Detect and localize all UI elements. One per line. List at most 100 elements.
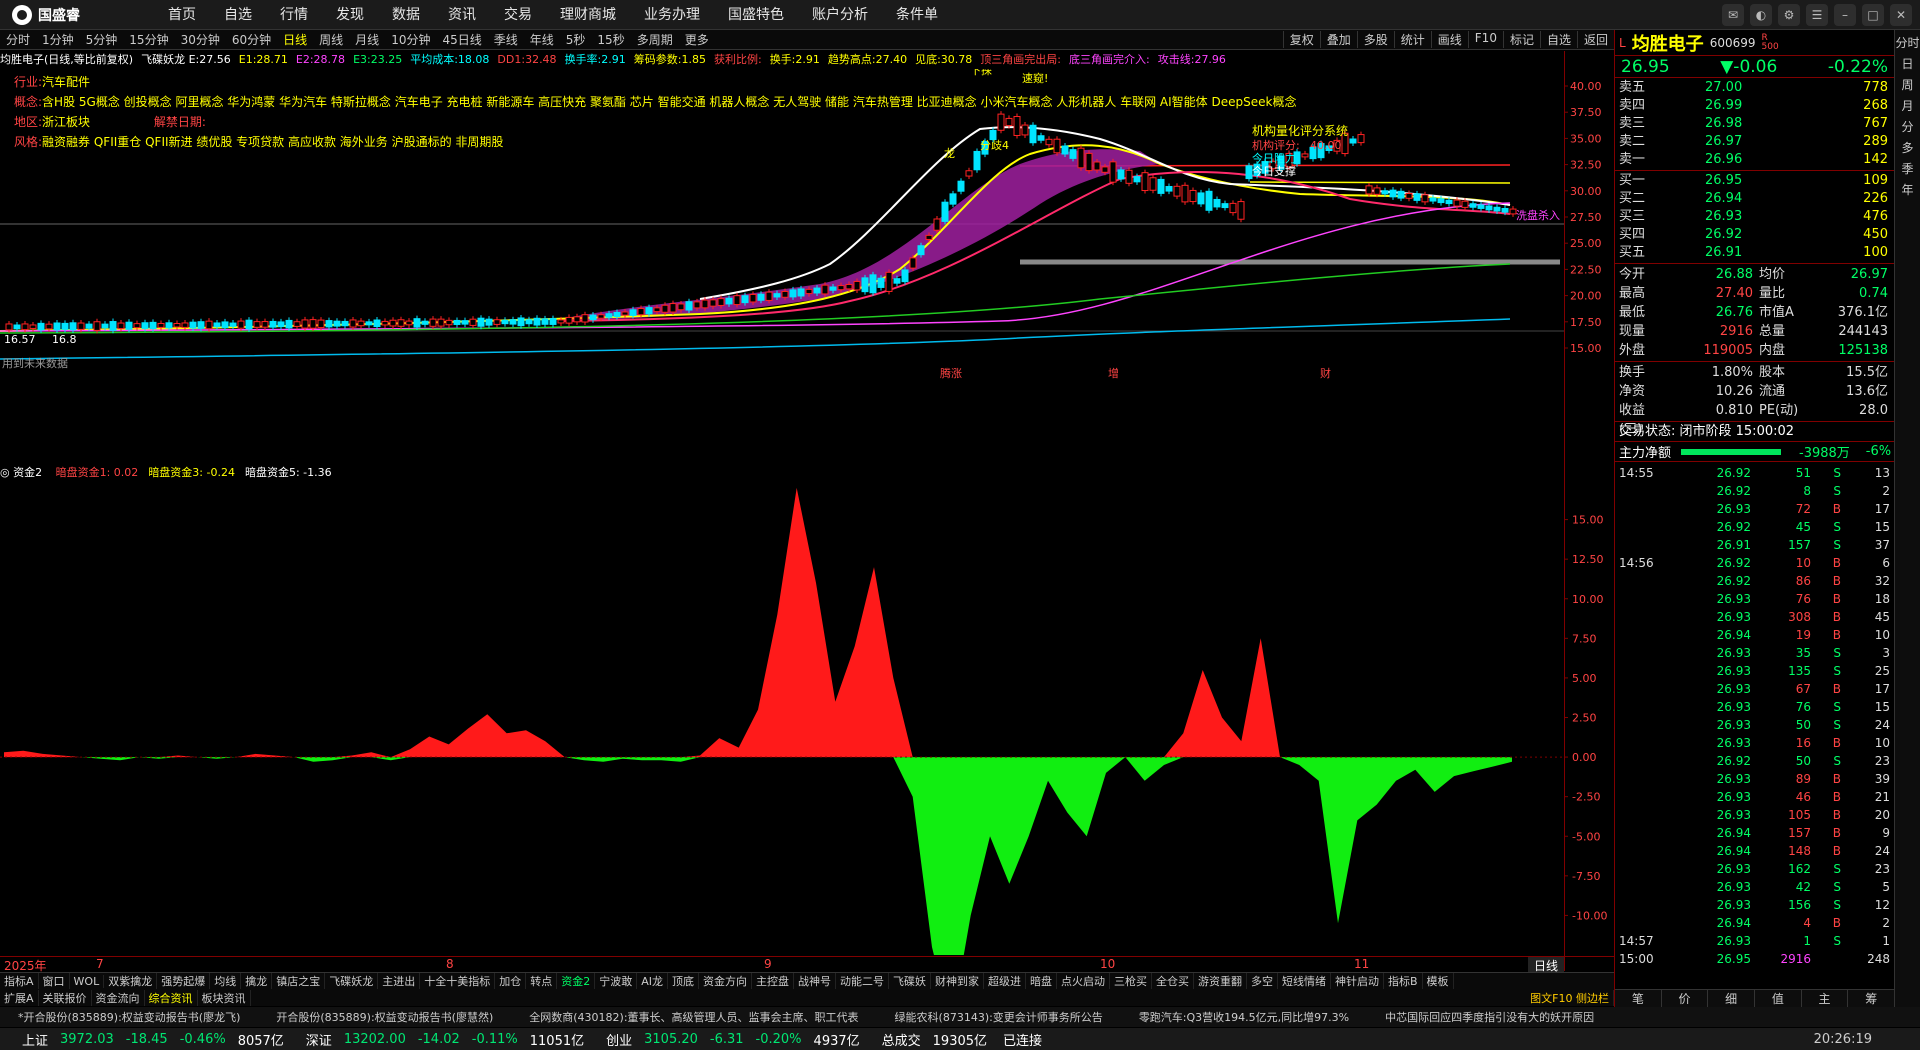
indicator-tab-29[interactable]: 多空 (1247, 973, 1278, 989)
quote-footer-tab-0[interactable]: 笔 (1615, 990, 1662, 1007)
news-item-3[interactable]: 绿能农科(873143):变更会计师事务所公告 (877, 1009, 1121, 1025)
period-15[interactable]: 多周期 (631, 31, 679, 48)
minimize-icon[interactable]: – (1834, 4, 1856, 26)
indicator-tab-18[interactable]: 主控盘 (752, 973, 794, 989)
period-13[interactable]: 5秒 (560, 31, 592, 48)
menu-icon[interactable]: ☰ (1806, 4, 1828, 26)
indicator-tab-4[interactable]: 强势起爆 (157, 973, 211, 989)
indicator-tab-25[interactable]: 点火启动 (1057, 973, 1110, 989)
quote-footer-tab-4[interactable]: 主 (1802, 990, 1849, 1007)
nav-item-1[interactable]: 自选 (210, 0, 266, 30)
period-0[interactable]: 分时 (0, 31, 36, 48)
period-9[interactable]: 10分钟 (385, 31, 436, 48)
indicator-tab-12[interactable]: 转点 (526, 973, 558, 989)
tool-button-5[interactable]: F10 (1467, 31, 1503, 48)
indicator-tab-20[interactable]: 动能二号 (836, 973, 889, 989)
indicator-tab-33[interactable]: 模板 (1423, 973, 1454, 989)
news-item-4[interactable]: 零跑汽车:Q3营收194.5亿元,同比增97.3% (1121, 1009, 1367, 1025)
extension-tab-2[interactable]: 资金流向 (92, 989, 145, 1006)
indicator-tab-14[interactable]: 宁波敢 (595, 973, 638, 989)
period-6[interactable]: 日线 (277, 31, 313, 48)
indicator-tab-3[interactable]: 双紫擒龙 (104, 973, 158, 989)
connection-status[interactable]: 已连接 (1003, 1030, 1042, 1049)
period-1[interactable]: 1分钟 (36, 31, 80, 48)
news-item-5[interactable]: 中芯国际回应四季度指引没有大的妖开原因 (1367, 1009, 1612, 1025)
fund-indicator-chart[interactable]: 15.00 12.50 10.00 7.50 5.00 2.50 0.00 -2.50 -5.0… (0, 480, 1614, 955)
indicator-tab-23[interactable]: 超级进 (984, 973, 1026, 989)
indicator-tab-22[interactable]: 财神到家 (931, 973, 984, 989)
nav-item-3[interactable]: 发现 (322, 0, 378, 30)
indicator-tab-10[interactable]: 十全十美指标 (420, 973, 496, 989)
indicator-tab-27[interactable]: 全仓买 (1152, 973, 1194, 989)
period-5[interactable]: 60分钟 (226, 31, 277, 48)
tool-button-6[interactable]: 标记 (1502, 31, 1540, 48)
close-icon[interactable]: ✕ (1890, 4, 1912, 26)
indicator-tab-13[interactable]: 资金2 (557, 973, 596, 989)
period-8[interactable]: 月线 (349, 31, 385, 48)
side-tab-7[interactable]: 年 (1895, 181, 1920, 198)
period-12[interactable]: 年线 (524, 31, 560, 48)
period-7[interactable]: 周线 (313, 31, 349, 48)
side-tab-4[interactable]: 分 (1895, 118, 1920, 135)
tool-button-1[interactable]: 叠加 (1319, 31, 1357, 48)
indicator-tab-32[interactable]: 指标B (1384, 973, 1423, 989)
quote-footer-tab-1[interactable]: 价 (1662, 990, 1709, 1007)
extension-tab-1[interactable]: 关联报价 (39, 989, 92, 1006)
indicator-tab-11[interactable]: 加仓 (495, 973, 527, 989)
period-16[interactable]: 更多 (679, 31, 715, 48)
news-item-2[interactable]: 全网数商(430182):董事长、高级管理人员、监事会主席、职工代表 (511, 1009, 876, 1025)
nav-item-9[interactable]: 国盛特色 (714, 0, 798, 30)
quote-footer-tab-3[interactable]: 值 (1755, 990, 1802, 1007)
tool-button-4[interactable]: 画线 (1430, 31, 1468, 48)
indicator-tab-26[interactable]: 三枪买 (1110, 973, 1152, 989)
indicator-tab-1[interactable]: 窗口 (39, 973, 70, 989)
period-14[interactable]: 15秒 (591, 31, 630, 48)
indicator-tab-8[interactable]: 飞碟妖龙 (325, 973, 379, 989)
indicator-tab-21[interactable]: 飞碟妖 (889, 973, 931, 989)
side-tab-1[interactable]: 日 (1895, 55, 1920, 72)
period-10[interactable]: 45日线 (436, 31, 487, 48)
indicator-tab-24[interactable]: 暗盘 (1026, 973, 1057, 989)
nav-item-8[interactable]: 业务办理 (630, 0, 714, 30)
indicator-tab-17[interactable]: 资金方向 (699, 973, 752, 989)
side-tab-6[interactable]: 季 (1895, 160, 1920, 177)
message-icon[interactable]: ✉ (1722, 4, 1744, 26)
nav-item-5[interactable]: 资讯 (434, 0, 490, 30)
tool-button-7[interactable]: 自选 (1539, 31, 1577, 48)
tick-list[interactable]: 14:55 26.92 51 S 13 26.92 8 S 2 26.93 72 B 17 26.92 45… (1615, 462, 1894, 968)
indicator-tab-2[interactable]: WOL (70, 974, 105, 988)
nav-item-6[interactable]: 交易 (490, 0, 546, 30)
news-item-1[interactable]: 开合股份(835889):权益变动报告书(廖慧然) (258, 1009, 511, 1025)
settings-icon[interactable]: ⚙ (1778, 4, 1800, 26)
tool-button-8[interactable]: 返回 (1576, 31, 1614, 48)
tool-button-3[interactable]: 统计 (1393, 31, 1431, 48)
indicator-tab-16[interactable]: 顶底 (668, 973, 699, 989)
sidebar-toggle[interactable]: 图文F10 侧边栏 (1526, 989, 1614, 1006)
news-item-0[interactable]: *开合股份(835889):权益变动报告书(廖龙飞) (0, 1009, 258, 1025)
nav-item-4[interactable]: 数据 (378, 0, 434, 30)
side-tab-0[interactable]: 分时 (1895, 34, 1920, 51)
indicator-tab-5[interactable]: 均线 (210, 973, 242, 989)
period-11[interactable]: 季线 (488, 31, 524, 48)
quote-footer-tab-5[interactable]: 筹 (1848, 990, 1896, 1007)
extension-tab-4[interactable]: 板块资讯 (198, 989, 251, 1006)
quote-footer-tab-2[interactable]: 细 (1708, 990, 1756, 1007)
indicator-tab-15[interactable]: AI龙 (637, 973, 668, 989)
tool-button-0[interactable]: 复权 (1282, 31, 1320, 48)
indicator-tab-9[interactable]: 主进出 (378, 973, 421, 989)
nav-item-11[interactable]: 条件单 (882, 0, 952, 30)
nav-item-10[interactable]: 账户分析 (798, 0, 882, 30)
indicator-tab-19[interactable]: 战神号 (794, 973, 836, 989)
period-2[interactable]: 5分钟 (80, 31, 124, 48)
indicator-tab-31[interactable]: 神针启动 (1331, 973, 1384, 989)
period-3[interactable]: 15分钟 (123, 31, 174, 48)
extension-tab-0[interactable]: 扩展A (0, 989, 39, 1006)
side-tab-3[interactable]: 月 (1895, 97, 1920, 114)
app-logo[interactable]: 国盛睿 (0, 4, 94, 25)
indicator-tab-7[interactable]: 镇店之宝 (272, 973, 326, 989)
indicator-tab-0[interactable]: 指标A (0, 973, 39, 989)
side-tab-5[interactable]: 多 (1895, 139, 1920, 156)
nav-item-2[interactable]: 行情 (266, 0, 322, 30)
indicator-tab-28[interactable]: 游资重翻 (1194, 973, 1247, 989)
extension-tab-3[interactable]: 综合资讯 (145, 989, 198, 1006)
